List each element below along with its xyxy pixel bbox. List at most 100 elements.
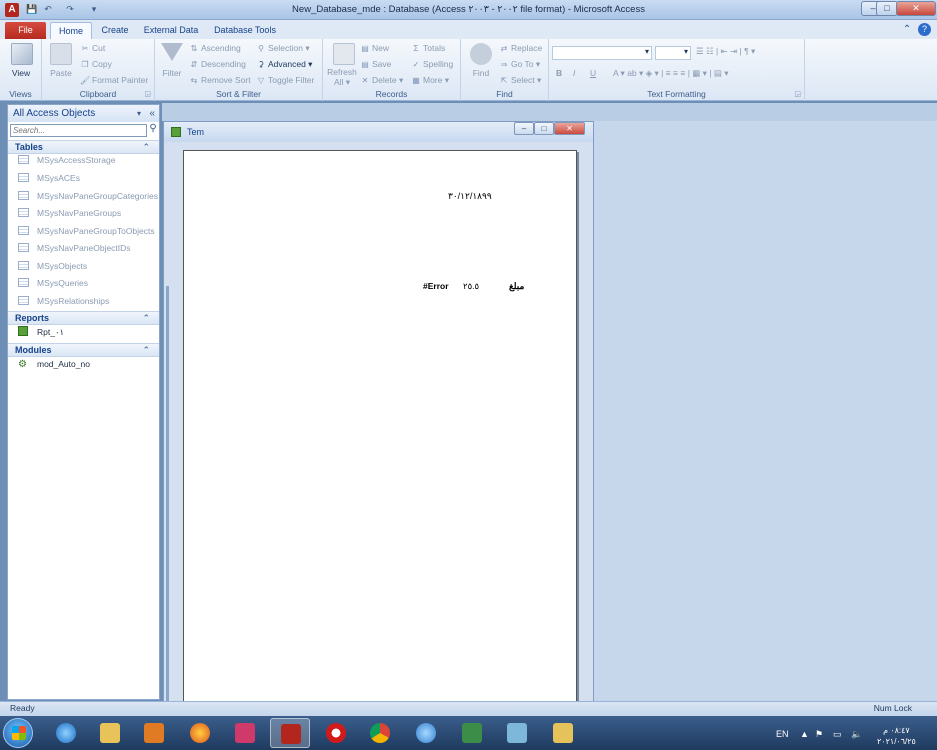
filter-button[interactable]: Filter — [157, 68, 187, 78]
descending-button[interactable]: ⇵ Descending — [189, 59, 246, 69]
report-restore-button[interactable]: □ — [534, 122, 554, 135]
nav-pane-header[interactable]: All Access Objects ▾ « — [8, 105, 159, 122]
taskbar-explorer[interactable] — [90, 718, 130, 748]
report-close-button[interactable]: ✕ — [554, 122, 585, 135]
text-formatting-dialog-launcher-icon[interactable]: ◲ — [794, 90, 801, 98]
tab-create[interactable]: Create — [96, 22, 134, 39]
save-record-button[interactable]: ▤ Save — [360, 59, 391, 69]
font-name-combo[interactable]: ▾ — [552, 46, 652, 60]
view-icon — [11, 43, 33, 65]
taskbar-opera[interactable] — [316, 718, 356, 748]
format-painter-icon: 🖌 — [80, 76, 91, 85]
nav-item-table[interactable]: MSysQueries — [18, 276, 88, 291]
status-bar: Ready Num Lock — [0, 701, 937, 716]
taskbar-ie[interactable] — [46, 718, 86, 748]
replace-label: Replace — [511, 43, 543, 53]
taskbar-chrome[interactable] — [360, 718, 400, 748]
selection-button[interactable]: ⚲ Selection ▾ — [256, 43, 310, 54]
italic-button[interactable]: I — [573, 68, 575, 78]
refresh-button[interactable]: Refresh — [327, 67, 357, 77]
nav-item-report[interactable]: Rpt_٠١ — [18, 325, 64, 340]
select-button[interactable]: ⇱ Select ▾ — [499, 75, 542, 86]
nav-item-table[interactable]: MSysRelationships — [18, 294, 109, 309]
nav-item-module[interactable]: ⚙ mod_Auto_no — [18, 357, 90, 372]
nav-item-table[interactable]: MSysNavPaneGroups — [18, 206, 121, 221]
nav-pane-title: All Access Objects — [13, 108, 96, 119]
start-button[interactable] — [3, 718, 33, 748]
nav-item-table[interactable]: MSysNavPaneObjectIDs — [18, 241, 131, 256]
find-button[interactable]: Find — [466, 68, 496, 78]
help-icon[interactable]: ? — [918, 23, 931, 36]
toggle-filter-button[interactable]: ▽ Toggle Filter — [256, 75, 314, 85]
font-color-buttons[interactable]: A ▾ ab ▾ ◈ ▾ | ≡ ≡ ≡ | ▦ ▾ | ▤ ▾ — [613, 68, 729, 79]
records-group-label: Records — [375, 89, 408, 99]
views-group: View Views — [0, 39, 42, 101]
taskbar-firefox[interactable] — [180, 718, 220, 748]
taskbar-paint[interactable] — [225, 718, 265, 748]
chrome-icon — [370, 723, 390, 743]
taskbar-app[interactable] — [497, 718, 537, 748]
clock[interactable]: ٠٨:٤٧ م ٢٠٢١/٠٦/٢٥ — [877, 725, 916, 747]
records-group: Refresh All ▾ ▤ New ▤ Save ✕ Delete ▾ Σ Tota… — [323, 39, 461, 101]
nav-collapse-icon[interactable]: « — [149, 105, 155, 122]
clipboard-dialog-launcher-icon[interactable]: ◲ — [144, 90, 151, 98]
delete-record-button[interactable]: ✕ Delete ▾ — [360, 75, 404, 86]
replace-button[interactable]: ⇄ Replace — [499, 43, 543, 53]
show-hidden-icons-icon[interactable]: ▲ — [800, 729, 809, 739]
nav-section-modules[interactable]: Modules ⌃ — [8, 343, 159, 357]
volume-muted-icon[interactable]: 🔈 — [851, 729, 862, 740]
nav-item-table[interactable]: MSysObjects — [18, 259, 87, 274]
report-scrollbar[interactable] — [166, 286, 169, 716]
maximize-button[interactable]: □ — [876, 1, 898, 16]
search-icon[interactable]: ⚲ — [147, 123, 159, 137]
bold-button[interactable]: B — [556, 68, 562, 78]
tab-file[interactable]: File — [5, 22, 46, 39]
more-button[interactable]: ▦ More ▾ — [411, 75, 449, 86]
ascending-button[interactable]: ⇅ Ascending — [189, 43, 241, 53]
go-to-button[interactable]: ⇒ Go To ▾ — [499, 59, 541, 70]
nav-item-table[interactable]: MSysNavPaneGroupToObjects — [18, 224, 155, 239]
taskbar-app[interactable] — [452, 718, 492, 748]
taskbar-access[interactable] — [270, 718, 310, 748]
nav-dropdown-icon[interactable]: ▾ — [137, 105, 141, 122]
nav-item-table[interactable]: MSysNavPaneGroupCategories — [18, 189, 158, 204]
nav-item-label: Rpt_٠١ — [37, 327, 65, 337]
navigation-pane: All Access Objects ▾ « ⚲ Tables ⌃ MSysAcc… — [7, 104, 160, 700]
taskbar-media-player[interactable] — [134, 718, 174, 748]
totals-button[interactable]: Σ Totals — [411, 43, 446, 53]
report-title-bar[interactable]: Tem – □ ✕ — [164, 122, 593, 142]
network-icon[interactable]: ▭ — [833, 729, 842, 740]
advanced-button[interactable]: ⚳ Advanced ▾ — [256, 59, 312, 70]
copy-button[interactable]: ❐ Copy — [80, 59, 111, 69]
report-window[interactable]: Tem – □ ✕ ٣٠/١٢/١٨٩٩ #Error ٢٥.٥ مبلغ — [163, 121, 594, 719]
nav-item-table[interactable]: MSysAccessStorage — [18, 153, 115, 168]
view-button[interactable]: View — [6, 68, 36, 78]
nav-section-tables[interactable]: Tables ⌃ — [8, 140, 159, 154]
list-buttons[interactable]: ☰ ☷ | ⇤ ⇥ | ¶ ▾ — [696, 46, 755, 57]
select-icon: ⇱ — [500, 76, 508, 85]
nav-section-reports[interactable]: Reports ⌃ — [8, 311, 159, 325]
remove-sort-button[interactable]: ⇆ Remove Sort — [189, 75, 251, 85]
taskbar-app[interactable] — [543, 718, 583, 748]
close-button[interactable]: ✕ — [896, 1, 936, 16]
format-painter-button[interactable]: 🖌 Format Painter — [80, 75, 148, 85]
report-minimize-button[interactable]: – — [514, 122, 534, 135]
spelling-button[interactable]: ✓ Spelling — [411, 59, 454, 69]
nav-item-table[interactable]: MSysACEs — [18, 171, 80, 186]
underline-button[interactable]: U — [590, 68, 596, 78]
cut-button[interactable]: ✂ Cut — [80, 43, 106, 53]
tab-home[interactable]: Home — [50, 22, 92, 39]
font-size-combo[interactable]: ▾ — [655, 46, 691, 60]
nav-search-input[interactable] — [10, 124, 147, 137]
new-record-button[interactable]: ▤ New — [360, 43, 389, 53]
taskbar-app[interactable] — [406, 718, 446, 748]
minimize-ribbon-icon[interactable]: ⌃ — [903, 24, 911, 35]
new-label: New — [372, 43, 390, 53]
more-icon: ▦ — [412, 76, 420, 85]
language-indicator[interactable]: EN — [776, 729, 789, 739]
spelling-label: Spelling — [423, 59, 454, 69]
paste-button[interactable]: Paste — [46, 68, 76, 78]
tab-external-data[interactable]: External Data — [141, 22, 201, 39]
action-center-icon[interactable]: ⚑ — [815, 729, 823, 740]
tab-database-tools[interactable]: Database Tools — [210, 22, 280, 39]
